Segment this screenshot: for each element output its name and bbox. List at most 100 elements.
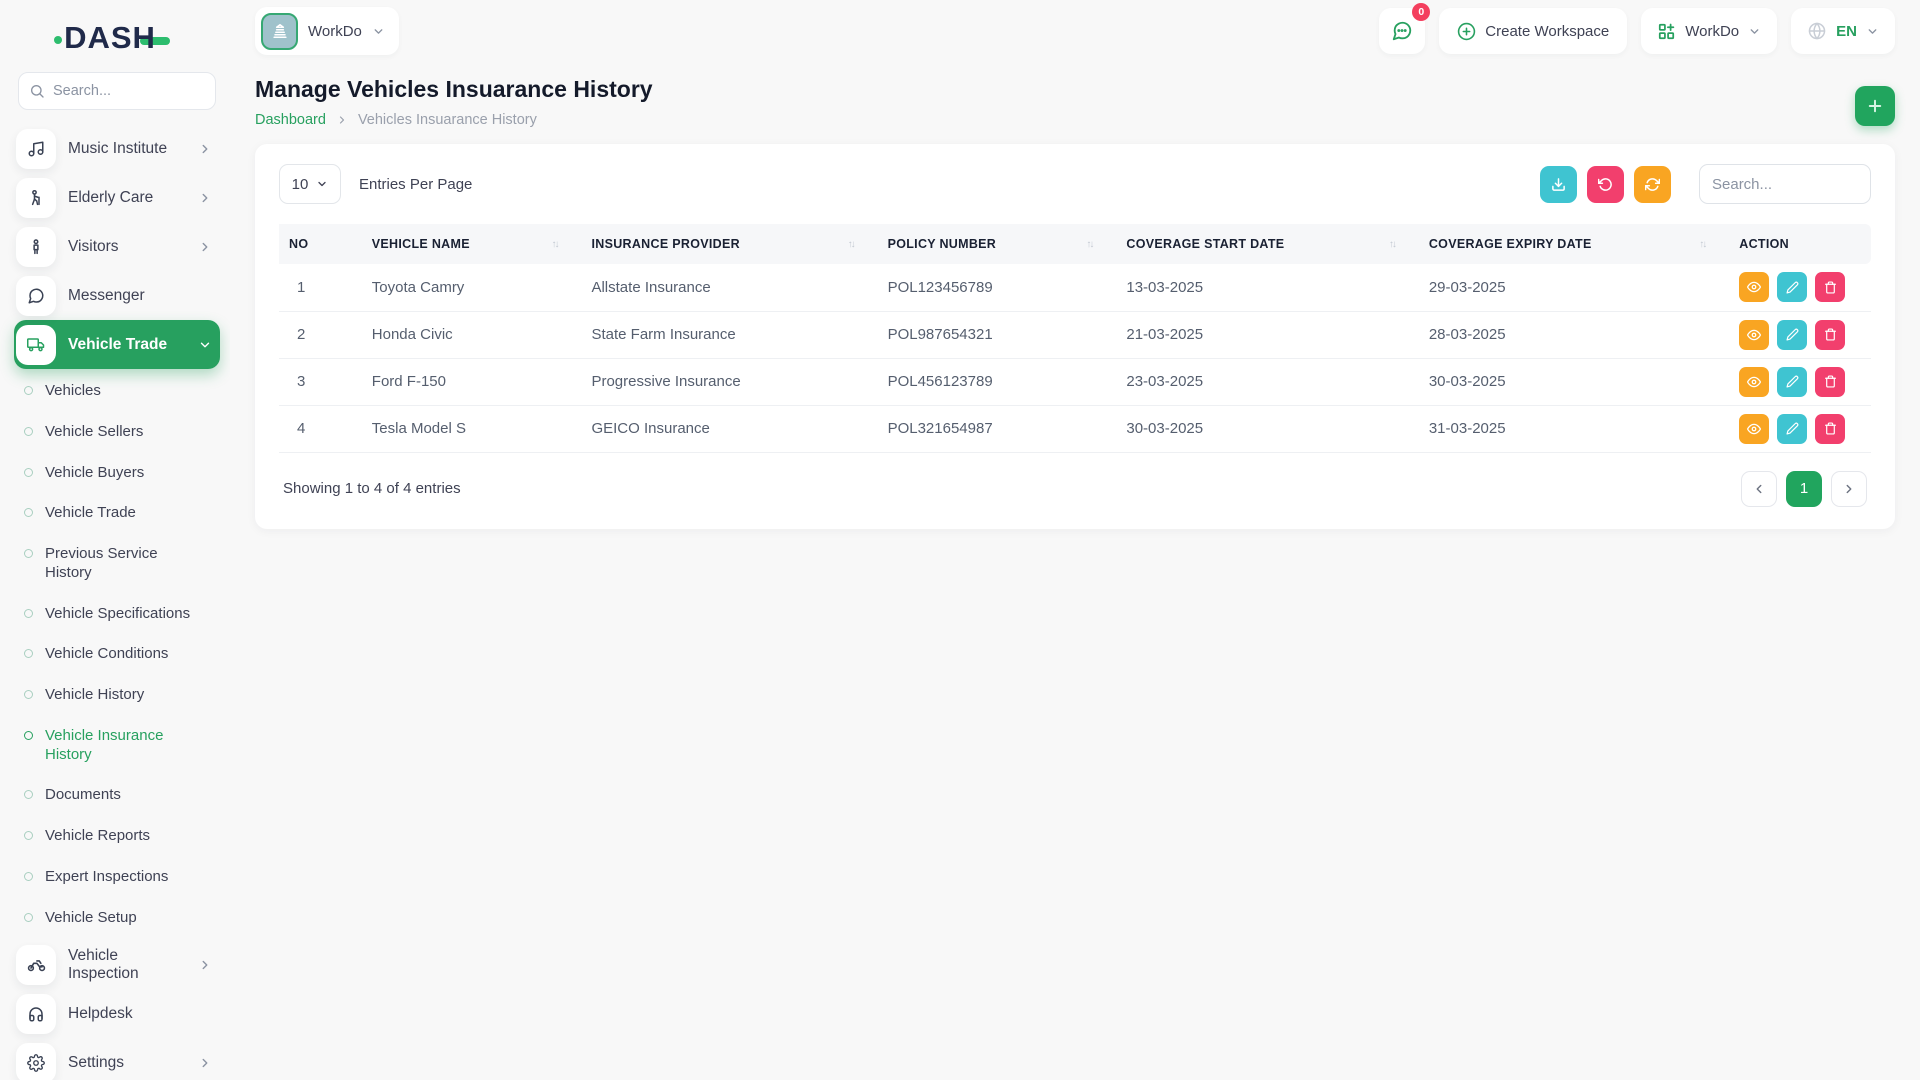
entries-per-page-select[interactable]: 10 [279, 164, 341, 204]
delete-button[interactable] [1815, 272, 1845, 302]
sidebar-item-helpdesk[interactable]: Helpdesk [14, 989, 220, 1038]
sidebar-subitem[interactable]: Vehicle Conditions [24, 634, 220, 675]
bullet-circle-icon [24, 731, 33, 740]
table-column-header[interactable]: COVERAGE START DATE ↑↓ [1116, 224, 1418, 264]
sidebar-subitem-label: Vehicle Insurance History [45, 727, 195, 765]
chat-bubble-icon [1391, 20, 1413, 42]
sidebar-subitem-label: Vehicle Setup [45, 909, 137, 928]
workspace-name: WorkDo [308, 23, 362, 40]
cell-insurance-provider: Allstate Insurance [581, 264, 877, 311]
sidebar: DASH Music Institute Elderly Care [0, 0, 230, 1080]
sidebar-subitem[interactable]: Vehicle Reports [24, 816, 220, 857]
edit-button[interactable] [1777, 320, 1807, 350]
sidebar-item-elderly-care[interactable]: Elderly Care [14, 173, 220, 222]
delete-button[interactable] [1815, 367, 1845, 397]
sidebar-subitem-label: Documents [45, 786, 121, 805]
person-icon [16, 227, 56, 267]
app-logo[interactable]: DASH [14, 14, 220, 62]
undo-button[interactable] [1587, 166, 1624, 203]
pagination-next-button[interactable] [1831, 471, 1867, 507]
view-button[interactable] [1739, 367, 1769, 397]
eye-icon [1747, 375, 1761, 389]
sidebar-subitem[interactable]: Vehicle Buyers [24, 453, 220, 494]
sidebar-search [18, 72, 216, 110]
edit-button[interactable] [1777, 272, 1807, 302]
view-button[interactable] [1739, 320, 1769, 350]
chevron-down-icon [316, 178, 328, 190]
table-toolbar: 10 Entries Per Page [279, 164, 1871, 204]
sidebar-item-music-institute[interactable]: Music Institute [14, 124, 220, 173]
sidebar-subitem[interactable]: Vehicles [24, 371, 220, 412]
delete-button[interactable] [1815, 320, 1845, 350]
table-footer: Showing 1 to 4 of 4 entries 1 [279, 453, 1871, 515]
pencil-icon [1786, 328, 1799, 341]
table-row: 1 Toyota Camry Allstate Insurance POL123… [279, 264, 1871, 311]
sidebar-subitem[interactable]: Vehicle Sellers [24, 412, 220, 453]
cell-coverage-expiry-date: 30-03-2025 [1419, 358, 1729, 405]
main-content: WorkDo 0 Create Workspace [230, 0, 1920, 1080]
breadcrumb-dashboard-link[interactable]: Dashboard [255, 112, 326, 128]
download-icon [1551, 177, 1566, 192]
sidebar-subitem[interactable]: Vehicle Setup [24, 898, 220, 939]
refresh-icon [1645, 177, 1660, 192]
table-column-header[interactable]: INSURANCE PROVIDER ↑↓ [581, 224, 877, 264]
sidebar-subitem[interactable]: Vehicle History [24, 675, 220, 716]
sidebar-subitem-label: Vehicle Reports [45, 827, 150, 846]
cell-vehicle-name: Honda Civic [362, 311, 582, 358]
create-workspace-button[interactable]: Create Workspace [1439, 8, 1627, 54]
cell-policy-number: POL123456789 [878, 264, 1117, 311]
workspace-switcher[interactable]: WorkDo [255, 7, 399, 55]
sidebar-subitem[interactable]: Vehicle Specifications [24, 594, 220, 635]
breadcrumb: Dashboard Vehicles Insuarance History [255, 112, 653, 128]
sidebar-item-label: Visitors [68, 238, 186, 256]
pagination-prev-button[interactable] [1741, 471, 1777, 507]
view-button[interactable] [1739, 272, 1769, 302]
table-column-header[interactable]: POLICY NUMBER ↑↓ [878, 224, 1117, 264]
add-record-button[interactable] [1855, 86, 1895, 126]
refresh-button[interactable] [1634, 166, 1671, 203]
table-column-header[interactable]: COVERAGE EXPIRY DATE ↑↓ [1419, 224, 1729, 264]
elderly-person-icon [16, 178, 56, 218]
table-column-header[interactable]: ACTION ↑↓ [1729, 224, 1871, 264]
view-button[interactable] [1739, 414, 1769, 444]
undo-icon [1598, 177, 1613, 192]
table-column-header[interactable]: NO ↑↓ [279, 224, 362, 264]
sidebar-item-settings[interactable]: Settings [14, 1038, 220, 1080]
sidebar-item-vehicle-inspection[interactable]: Vehicle Inspection [14, 940, 220, 989]
sort-icon[interactable]: ↑↓ [551, 239, 557, 250]
language-selector[interactable]: EN [1791, 8, 1895, 54]
sidebar-item-visitors[interactable]: Visitors [14, 222, 220, 271]
sidebar-subitem[interactable]: Previous Service History [24, 534, 220, 594]
sidebar-subitem[interactable]: Vehicle Trade [24, 493, 220, 534]
sort-icon[interactable]: ↑↓ [1699, 239, 1705, 250]
cell-no: 4 [279, 405, 362, 452]
table-column-header[interactable]: VEHICLE NAME ↑↓ [362, 224, 582, 264]
sidebar-subitem-label: Vehicle Conditions [45, 645, 168, 664]
pagination-page-1-button[interactable]: 1 [1786, 471, 1822, 507]
bullet-circle-icon [24, 690, 33, 699]
pagination: 1 [1741, 471, 1867, 507]
edit-button[interactable] [1777, 414, 1807, 444]
export-download-button[interactable] [1540, 166, 1577, 203]
messages-button[interactable]: 0 [1379, 8, 1425, 54]
sidebar-subitem[interactable]: Documents [24, 775, 220, 816]
sort-icon[interactable]: ↑↓ [1086, 239, 1092, 250]
sidebar-item-vehicle-trade[interactable]: Vehicle Trade [14, 320, 220, 369]
sidebar-subitem[interactable]: Expert Inspections [24, 857, 220, 898]
entries-per-page-label: Entries Per Page [359, 176, 472, 193]
sidebar-subitem[interactable]: Vehicle Insurance History [24, 716, 220, 776]
sort-icon[interactable]: ↑↓ [1389, 239, 1395, 250]
table-header-row: NO ↑↓ VEHICLE NAME ↑↓ [279, 224, 1871, 264]
delete-button[interactable] [1815, 414, 1845, 444]
music-note-icon [16, 129, 56, 169]
sort-icon[interactable]: ↑↓ [848, 239, 854, 250]
edit-button[interactable] [1777, 367, 1807, 397]
sidebar-item-messenger[interactable]: Messenger [14, 271, 220, 320]
sidebar-search-input[interactable] [53, 83, 193, 99]
table-search-input[interactable] [1699, 164, 1871, 204]
motorcycle-icon [16, 945, 56, 985]
globe-icon [1807, 21, 1827, 41]
column-label: VEHICLE NAME [372, 237, 470, 251]
workdo-menu-button[interactable]: WorkDo [1641, 8, 1777, 54]
messages-badge: 0 [1412, 3, 1430, 21]
